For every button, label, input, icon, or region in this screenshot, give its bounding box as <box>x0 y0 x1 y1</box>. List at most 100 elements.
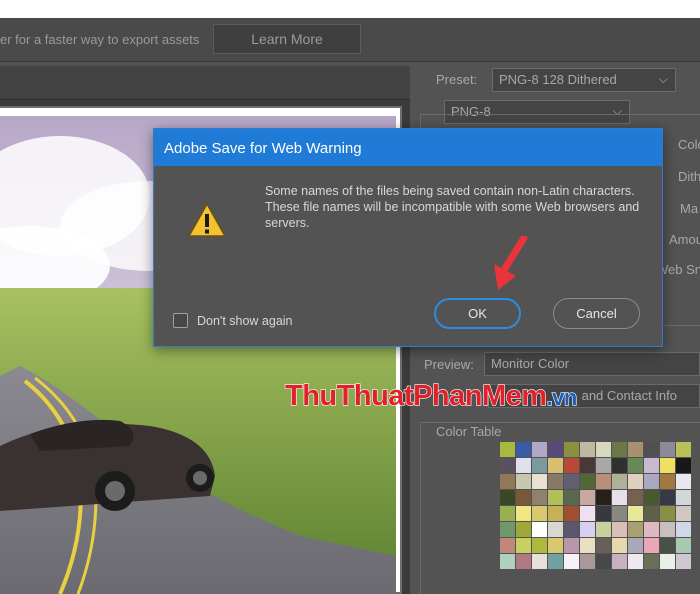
color-swatch[interactable] <box>596 458 611 473</box>
color-swatch[interactable] <box>612 522 627 537</box>
color-swatch[interactable] <box>628 538 643 553</box>
color-swatch[interactable] <box>660 506 675 521</box>
color-swatch[interactable] <box>628 522 643 537</box>
color-swatch[interactable] <box>500 538 515 553</box>
ok-button[interactable]: OK <box>434 298 521 329</box>
color-swatch[interactable] <box>564 538 579 553</box>
color-swatch[interactable] <box>612 442 627 457</box>
color-swatch[interactable] <box>500 458 515 473</box>
color-swatch[interactable] <box>644 538 659 553</box>
color-swatch[interactable] <box>532 554 547 569</box>
color-swatch[interactable] <box>516 458 531 473</box>
color-swatch[interactable] <box>628 442 643 457</box>
color-swatch[interactable] <box>660 490 675 505</box>
color-swatch[interactable] <box>612 490 627 505</box>
color-swatch[interactable] <box>660 522 675 537</box>
color-swatch[interactable] <box>596 522 611 537</box>
color-swatch[interactable] <box>596 442 611 457</box>
color-swatch[interactable] <box>580 554 595 569</box>
color-swatch[interactable] <box>676 458 691 473</box>
color-swatch[interactable] <box>548 554 563 569</box>
color-swatch[interactable] <box>596 538 611 553</box>
color-swatch[interactable] <box>612 538 627 553</box>
color-swatch[interactable] <box>516 442 531 457</box>
color-swatch[interactable] <box>580 522 595 537</box>
color-swatch[interactable] <box>612 458 627 473</box>
color-swatch[interactable] <box>516 522 531 537</box>
color-swatch[interactable] <box>644 522 659 537</box>
color-swatch[interactable] <box>532 490 547 505</box>
color-swatch[interactable] <box>644 442 659 457</box>
color-swatch[interactable] <box>676 554 691 569</box>
color-swatch[interactable] <box>564 506 579 521</box>
color-swatch[interactable] <box>564 474 579 489</box>
color-swatch[interactable] <box>516 474 531 489</box>
color-swatch[interactable] <box>580 490 595 505</box>
color-swatch[interactable] <box>516 554 531 569</box>
color-swatch[interactable] <box>628 554 643 569</box>
color-swatch[interactable] <box>596 554 611 569</box>
color-swatch[interactable] <box>500 490 515 505</box>
color-swatch[interactable] <box>532 506 547 521</box>
color-swatch[interactable] <box>676 538 691 553</box>
color-swatch[interactable] <box>628 506 643 521</box>
color-swatch[interactable] <box>548 490 563 505</box>
color-swatch[interactable] <box>644 506 659 521</box>
learn-more-button[interactable]: Learn More <box>213 24 361 54</box>
color-swatch[interactable] <box>580 538 595 553</box>
color-swatch[interactable] <box>548 458 563 473</box>
color-swatch[interactable] <box>532 474 547 489</box>
color-swatch[interactable] <box>676 490 691 505</box>
color-swatch[interactable] <box>660 458 675 473</box>
color-swatch[interactable] <box>500 442 515 457</box>
color-swatch[interactable] <box>500 522 515 537</box>
color-swatch[interactable] <box>564 522 579 537</box>
cancel-button[interactable]: Cancel <box>553 298 640 329</box>
color-swatch[interactable] <box>500 474 515 489</box>
color-swatch[interactable] <box>660 554 675 569</box>
color-swatch[interactable] <box>564 490 579 505</box>
color-swatch[interactable] <box>612 474 627 489</box>
color-swatch[interactable] <box>596 506 611 521</box>
color-swatch[interactable] <box>548 522 563 537</box>
color-swatch[interactable] <box>564 554 579 569</box>
color-swatch[interactable] <box>548 506 563 521</box>
color-swatch[interactable] <box>644 458 659 473</box>
color-table-swatches[interactable] <box>500 442 691 569</box>
color-swatch[interactable] <box>628 474 643 489</box>
color-swatch[interactable] <box>580 442 595 457</box>
color-swatch[interactable] <box>532 442 547 457</box>
color-swatch[interactable] <box>660 538 675 553</box>
color-swatch[interactable] <box>580 474 595 489</box>
color-swatch[interactable] <box>676 442 691 457</box>
color-swatch[interactable] <box>564 442 579 457</box>
color-swatch[interactable] <box>516 490 531 505</box>
color-swatch[interactable] <box>580 506 595 521</box>
color-swatch[interactable] <box>676 506 691 521</box>
color-swatch[interactable] <box>580 458 595 473</box>
color-swatch[interactable] <box>644 490 659 505</box>
color-swatch[interactable] <box>500 506 515 521</box>
color-swatch[interactable] <box>532 458 547 473</box>
color-swatch[interactable] <box>564 458 579 473</box>
dont-show-again-label[interactable]: Don't show again <box>197 314 293 328</box>
color-swatch[interactable] <box>532 538 547 553</box>
color-swatch[interactable] <box>676 522 691 537</box>
color-swatch[interactable] <box>644 554 659 569</box>
color-swatch[interactable] <box>596 474 611 489</box>
color-swatch[interactable] <box>612 554 627 569</box>
color-swatch[interactable] <box>676 474 691 489</box>
dont-show-again-checkbox[interactable] <box>173 313 188 328</box>
color-swatch[interactable] <box>516 506 531 521</box>
preview-select[interactable]: Monitor Color <box>484 352 700 376</box>
color-swatch[interactable] <box>644 474 659 489</box>
dont-show-again-row[interactable]: Don't show again <box>173 313 293 328</box>
color-swatch[interactable] <box>612 506 627 521</box>
color-swatch[interactable] <box>500 554 515 569</box>
color-swatch[interactable] <box>532 522 547 537</box>
color-swatch[interactable] <box>628 458 643 473</box>
color-swatch[interactable] <box>516 538 531 553</box>
preset-select[interactable]: PNG-8 128 Dithered ⌵ <box>492 68 676 92</box>
color-swatch[interactable] <box>660 474 675 489</box>
color-swatch[interactable] <box>548 442 563 457</box>
